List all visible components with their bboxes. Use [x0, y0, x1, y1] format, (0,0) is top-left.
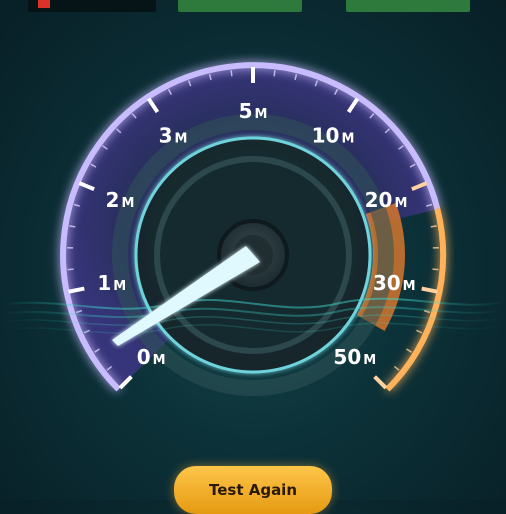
speed-label-unit: M [254, 107, 267, 122]
speed-label-value: 2 [106, 188, 120, 212]
speed-label-value: 5 [239, 99, 253, 123]
gauge-minor-tick [231, 70, 232, 76]
speed-label-value: 20 [365, 188, 393, 212]
speed-label-value: 30 [373, 271, 401, 295]
speed-label-value: 3 [159, 123, 173, 147]
gauge-minor-tick [69, 226, 75, 227]
speed-label-value: 10 [312, 123, 340, 147]
gauge-minor-tick [431, 226, 437, 227]
speed-label-value: 50 [333, 345, 361, 369]
gauge-minor-tick [394, 366, 399, 370]
speed-label: 50M [333, 345, 376, 369]
speed-label-value: 0 [137, 345, 151, 369]
speed-label-unit: M [341, 131, 354, 146]
speed-label-unit: M [121, 196, 134, 211]
speed-label-unit: M [113, 279, 126, 294]
gauge-minor-tick [416, 330, 421, 333]
speed-label-unit: M [363, 353, 376, 368]
speed-label-unit: M [174, 131, 187, 146]
speed-label-unit: M [153, 353, 166, 368]
gauge-tick [375, 377, 386, 388]
gauge-minor-tick [274, 70, 275, 76]
speed-label-unit: M [403, 279, 416, 294]
gauge-minor-tick [406, 349, 411, 352]
speed-label: 30M [373, 271, 416, 295]
speed-label-unit: M [394, 196, 407, 211]
speed-label-value: 1 [97, 271, 111, 295]
gauge-tick [422, 289, 438, 292]
speed-gauge: 0M1M2M3M5M10M20M30M50M [0, 0, 506, 500]
test-again-button[interactable]: Test Again [174, 466, 332, 514]
